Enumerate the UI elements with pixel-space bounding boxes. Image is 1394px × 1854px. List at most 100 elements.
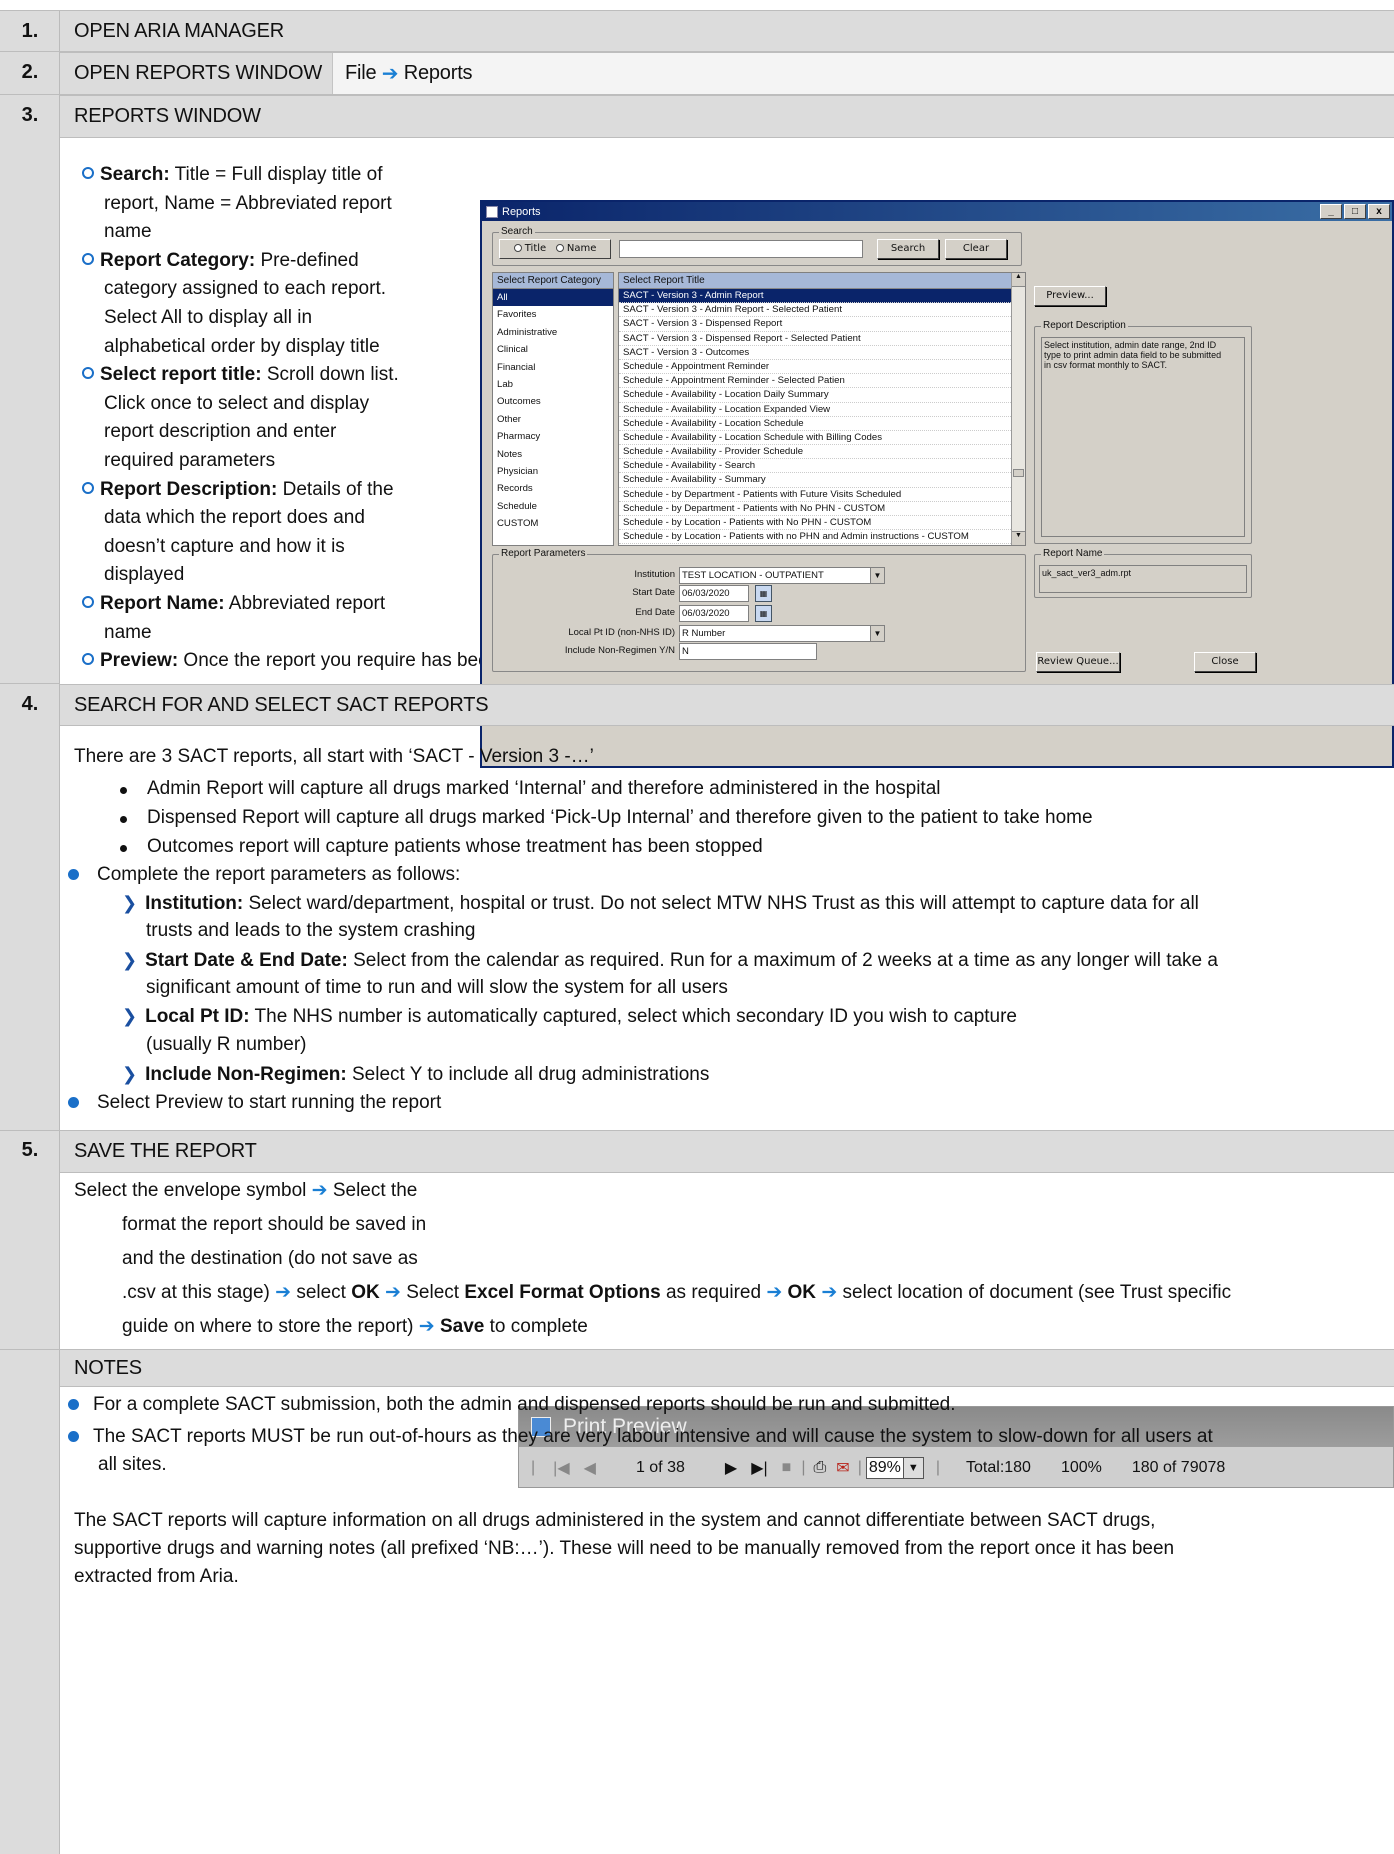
print-icon[interactable]: ⎙: [813, 1459, 826, 1477]
save-instructions-line: and the destination (do not save as: [122, 1248, 418, 1269]
note-item: For a complete SACT submission, both the…: [68, 1388, 956, 1422]
step-title: OPEN ARIA MANAGER: [74, 19, 284, 42]
title-header: Select Report Title: [619, 273, 1025, 289]
arrow-icon: ➔: [311, 1180, 328, 1201]
institution-select[interactable]: TEST LOCATION - OUTPATIENT ▼: [679, 567, 885, 584]
report-title-item[interactable]: Schedule - Availability - Location Sched…: [619, 417, 1011, 431]
preview-button[interactable]: Preview...: [1034, 286, 1106, 306]
step-header: SEARCH FOR AND SELECT SACT REPORTS: [60, 684, 1394, 726]
note-item-line: all sites.: [98, 1454, 167, 1475]
chevron-down-icon: ▼: [870, 568, 884, 583]
prev-page-icon[interactable]: ◀: [584, 1458, 596, 1478]
category-item[interactable]: All: [493, 289, 613, 307]
notes-header: NOTES: [60, 1349, 1394, 1387]
report-title-item[interactable]: Schedule - Availability - Summary: [619, 473, 1011, 488]
report-title-item[interactable]: Schedule - Appointment Reminder: [619, 360, 1011, 375]
non-regimen-input[interactable]: N: [679, 643, 817, 660]
category-item[interactable]: Clinical: [493, 341, 613, 358]
radio-name[interactable]: [555, 244, 564, 252]
search-mode-toggle: Title Name: [499, 239, 611, 259]
close-button[interactable]: Close: [1194, 652, 1256, 672]
notes-title: NOTES: [74, 1356, 142, 1379]
next-page-icon[interactable]: ▶: [725, 1458, 737, 1478]
category-item[interactable]: Schedule: [493, 498, 613, 515]
step-header: OPEN REPORTS WINDOW File ➔ Reports: [60, 52, 1394, 95]
document: 1. OPEN ARIA MANAGER 2. OPEN REPORTS WIN…: [0, 0, 1394, 1854]
last-page-icon[interactable]: ▶|: [751, 1458, 767, 1478]
category-item[interactable]: Outcomes: [493, 393, 613, 410]
save-instructions-line: guide on where to store the report) ➔ Sa…: [122, 1316, 588, 1337]
search-input[interactable]: [619, 240, 863, 258]
local-id-select[interactable]: R Number ▼: [679, 625, 885, 642]
step-header: REPORTS WINDOW: [60, 95, 1394, 138]
scroll-down-icon[interactable]: ▼: [1012, 531, 1025, 545]
report-name-value: uk_sact_ver3_adm.rpt: [1039, 565, 1247, 593]
select-preview: Select Preview to start running the repo…: [68, 1086, 441, 1120]
zoom-select[interactable]: 89% ▼: [865, 1457, 924, 1479]
menu-file: File: [345, 62, 377, 84]
report-title-item[interactable]: Schedule - Availability - Provider Sched…: [619, 445, 1011, 460]
first-page-icon[interactable]: |◀: [553, 1458, 569, 1478]
report-title-item[interactable]: SACT - Version 3 - Dispensed Report: [619, 317, 1011, 332]
chevron-right-icon: ❯: [122, 1006, 138, 1026]
step-title: REPORTS WINDOW: [74, 105, 261, 127]
category-item[interactable]: Lab: [493, 376, 613, 393]
review-queue-button[interactable]: Review Queue...: [1036, 652, 1120, 672]
start-date-input[interactable]: 06/03/2020: [679, 585, 749, 602]
radio-title[interactable]: [513, 244, 522, 252]
calendar-icon[interactable]: ▦: [755, 605, 772, 622]
clear-button[interactable]: Clear: [945, 239, 1007, 259]
report-title-item[interactable]: Schedule - by Location - Patients with N…: [619, 516, 1011, 531]
scroll-thumb[interactable]: [1013, 469, 1024, 477]
chevron-right-icon: ❯: [122, 950, 138, 970]
report-title-item[interactable]: SACT - Version 3 - Dispensed Report - Se…: [619, 332, 1011, 346]
group-label: Search: [499, 226, 535, 237]
category-item[interactable]: Financial: [493, 359, 613, 376]
save-instructions: Select the envelope symbol ➔ Select the: [74, 1180, 418, 1201]
end-date-input[interactable]: 06/03/2020: [679, 605, 749, 622]
step-header: SAVE THE REPORT: [60, 1130, 1394, 1173]
category-listbox[interactable]: Select Report Category All Favorites Admin…: [492, 272, 614, 546]
category-item[interactable]: Pharmacy: [493, 428, 613, 445]
end-date-label: End Date: [635, 607, 675, 618]
category-item[interactable]: CUSTOM: [493, 515, 613, 532]
report-title-item[interactable]: Schedule - Availability - Location Daily…: [619, 388, 1011, 403]
scrollbar[interactable]: ▲ ▼: [1011, 273, 1025, 545]
maximize-icon[interactable]: □: [1344, 204, 1366, 219]
window-controls: _ □ x: [1320, 204, 1390, 219]
category-item[interactable]: Records: [493, 480, 613, 497]
report-title-item[interactable]: SACT - Version 3 - Admin Report - Select…: [619, 303, 1011, 318]
step-number: 4.: [21, 693, 39, 715]
chevron-right-icon: ❯: [122, 893, 138, 913]
envelope-icon[interactable]: ✉: [836, 1458, 849, 1478]
report-title-item[interactable]: Schedule - Appointment Reminder - Select…: [619, 374, 1011, 389]
category-item[interactable]: Administrative: [493, 324, 613, 341]
close-icon[interactable]: x: [1368, 204, 1390, 219]
record-count: 180 of 79078: [1131, 1459, 1226, 1476]
category-item[interactable]: Notes: [493, 446, 613, 463]
start-date-label: Start Date: [632, 587, 675, 598]
report-description-text: Select institution, admin date range, 2n…: [1041, 337, 1245, 537]
report-title-item[interactable]: Schedule - by Location - Patients with n…: [619, 530, 1011, 545]
step-title: SAVE THE REPORT: [74, 1140, 257, 1162]
search-button[interactable]: Search: [877, 239, 939, 259]
category-item[interactable]: Favorites: [493, 306, 613, 323]
minimize-icon[interactable]: _: [1320, 204, 1342, 219]
report-title-item[interactable]: SACT - Version 3 - Outcomes: [619, 346, 1011, 360]
report-title-item[interactable]: Schedule - by Department - Patients with…: [619, 502, 1011, 516]
category-item[interactable]: Other: [493, 411, 613, 428]
report-title-item[interactable]: Schedule - Availability - Location Sched…: [619, 431, 1011, 446]
non-regimen-label: Include Non-Regimen Y/N: [564, 645, 675, 656]
save-instructions-line: .csv at this stage) ➔ select OK ➔ Select…: [122, 1282, 1232, 1303]
report-title-item[interactable]: Schedule - by Department - Patients with…: [619, 488, 1011, 502]
local-id-label: Local Pt ID (non-NHS ID): [568, 627, 675, 638]
stop-icon[interactable]: ■: [782, 1459, 792, 1477]
scroll-up-icon[interactable]: ▲: [1012, 273, 1025, 287]
report-title-item[interactable]: Schedule - Availability - Location Expan…: [619, 403, 1011, 417]
progress-percent: 100%: [1060, 1459, 1102, 1476]
report-title-item[interactable]: Schedule - Availability - Search: [619, 459, 1011, 474]
report-title-listbox[interactable]: Select Report Title SACT - Version 3 - A…: [618, 272, 1026, 546]
category-item[interactable]: Physician: [493, 463, 613, 480]
calendar-icon[interactable]: ▦: [755, 585, 772, 602]
report-title-item[interactable]: SACT - Version 3 - Admin Report: [619, 289, 1011, 304]
